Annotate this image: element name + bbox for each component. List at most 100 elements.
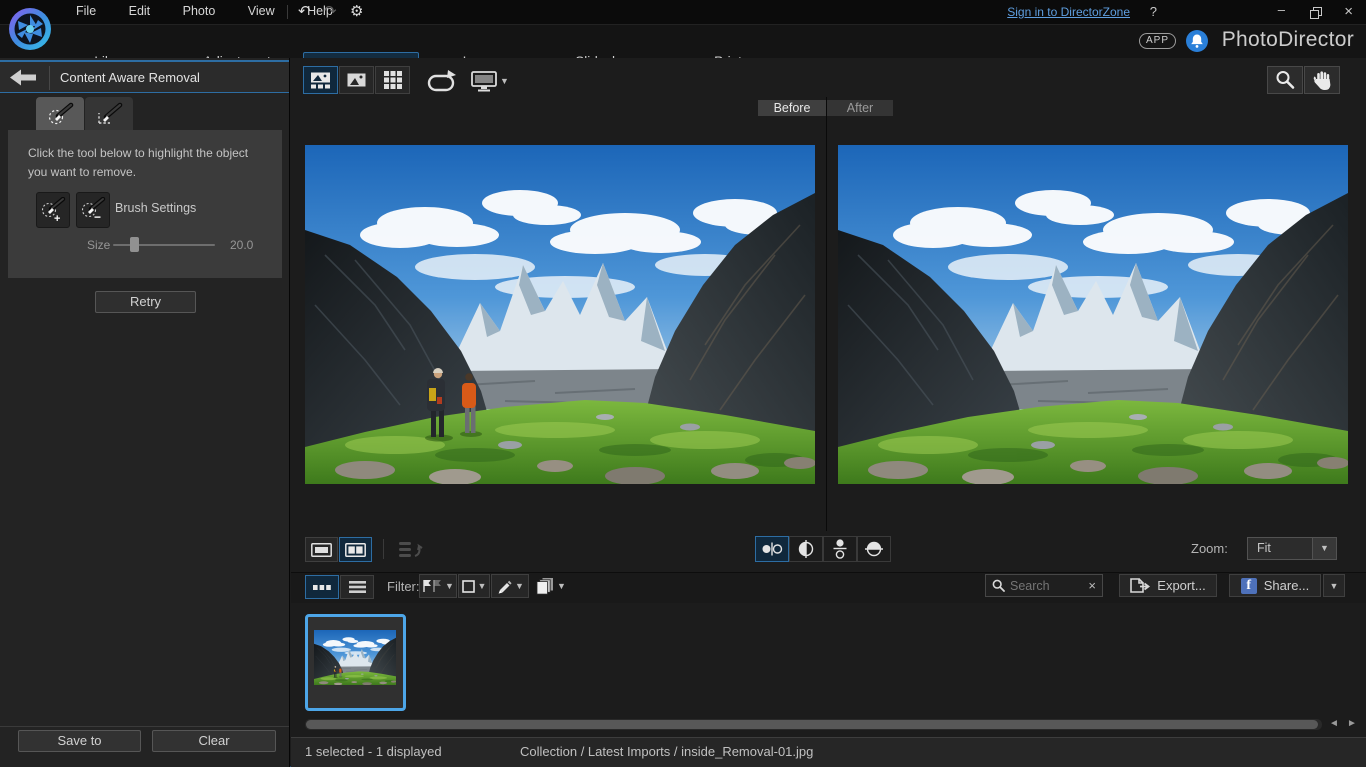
top-bottom-icon xyxy=(832,538,848,560)
color-label-filter-button[interactable]: ▼ xyxy=(458,574,490,598)
split-lr-icon xyxy=(797,540,815,558)
compare-top-bottom-button[interactable] xyxy=(823,536,857,562)
tab-removal-brush[interactable] xyxy=(36,97,84,130)
notification-bell-icon[interactable] xyxy=(1186,30,1208,52)
before-photo-canvas[interactable] xyxy=(305,145,815,484)
header-separator xyxy=(49,66,50,90)
monitor-dropdown-arrow[interactable]: ▼ xyxy=(500,76,509,86)
selection-count: 1 selected - 1 displayed xyxy=(305,744,442,759)
settings-gear-icon[interactable]: ⚙ xyxy=(350,2,363,20)
panel-bottom-divider xyxy=(0,726,289,727)
retry-button[interactable]: Retry xyxy=(95,291,196,313)
split-view-button[interactable] xyxy=(339,537,372,562)
app-badge[interactable]: APP xyxy=(1139,33,1176,49)
split-tb-icon xyxy=(865,540,883,558)
photodirector-logo xyxy=(7,6,53,52)
view-mode-grid-button[interactable] xyxy=(375,66,410,94)
undo-icon[interactable]: ↶ xyxy=(298,2,311,20)
search-input[interactable] xyxy=(1010,579,1088,593)
zoom-tool-button[interactable] xyxy=(1267,66,1303,94)
svg-text:−: − xyxy=(94,210,101,223)
size-slider-track[interactable] xyxy=(113,244,215,246)
view-on-monitor-button[interactable]: ▼ xyxy=(469,68,511,94)
thumbnail-scrollbar-track[interactable] xyxy=(305,719,1322,730)
add-brush-button[interactable]: + xyxy=(36,192,70,228)
menu-view[interactable]: View xyxy=(234,0,289,22)
menu-file[interactable]: File xyxy=(62,0,110,22)
before-label[interactable]: Before xyxy=(758,100,826,116)
rotate-icon xyxy=(426,69,458,93)
color-filter-dropdown-arrow[interactable]: ▼ xyxy=(478,581,487,591)
side-by-side-icon xyxy=(761,541,783,557)
controls-separator xyxy=(383,539,384,559)
menu-separator xyxy=(287,5,288,19)
compare-side-by-side-button[interactable] xyxy=(755,536,789,562)
status-bar: 1 selected - 1 displayed Collection / La… xyxy=(291,737,1366,767)
back-button[interactable] xyxy=(10,69,36,91)
share-button[interactable]: f Share... xyxy=(1229,574,1321,597)
zoom-level-dropdown[interactable]: Fit ▼ xyxy=(1247,537,1337,560)
clear-search-icon[interactable]: × xyxy=(1088,578,1096,593)
filter-label: Filter: xyxy=(387,579,420,594)
thumbnail-scrollbar-thumb[interactable] xyxy=(306,720,1318,729)
magnifier-icon xyxy=(1275,70,1295,90)
content-aware-removal-panel: Content Aware Removal Click the tool bel… xyxy=(0,58,290,767)
view-mode-viewer-button[interactable] xyxy=(339,66,374,94)
view-mode-browser-button[interactable] xyxy=(303,66,338,94)
scroll-right-arrow[interactable]: ► xyxy=(1347,718,1357,729)
signin-directorzone-link[interactable]: Sign in to DirectorZone xyxy=(1007,5,1130,19)
adjusted-filter-button[interactable]: ▼ xyxy=(491,574,529,598)
subtract-brush-button[interactable]: − xyxy=(76,192,110,228)
restore-button[interactable] xyxy=(1310,6,1322,24)
grid-view-icon xyxy=(384,71,402,89)
apply-adjustments-button[interactable] xyxy=(393,537,427,562)
adjusted-filter-dropdown-arrow[interactable]: ▼ xyxy=(515,581,524,591)
single-view-button[interactable] xyxy=(305,537,338,562)
stack-options-button[interactable]: ▼ xyxy=(534,574,568,598)
minimize-button[interactable]: – xyxy=(1269,2,1294,17)
thumbnail-strip-icon xyxy=(313,585,331,590)
size-slider-thumb[interactable] xyxy=(130,237,139,252)
photodirector-window: File Edit Photo View Help ↶ ↷ ⚙ Sign in … xyxy=(0,0,1366,767)
brush-settings-label: Brush Settings xyxy=(115,201,196,215)
close-button[interactable]: × xyxy=(1335,3,1362,20)
pencil-icon xyxy=(496,578,512,594)
rotate-photo-button[interactable] xyxy=(423,68,461,94)
panel-title: Content Aware Removal xyxy=(60,70,200,85)
instruction-text: Click the tool below to highlight the ob… xyxy=(28,144,266,181)
size-label: Size xyxy=(87,238,110,252)
redo-icon[interactable]: ↷ xyxy=(324,2,337,20)
menu-photo[interactable]: Photo xyxy=(169,0,230,22)
scroll-left-arrow[interactable]: ◄ xyxy=(1329,718,1339,729)
save-to-button[interactable]: Save to xyxy=(18,730,141,752)
search-box[interactable]: × xyxy=(985,574,1103,597)
brush-settings-section: Click the tool below to highlight the ob… xyxy=(8,130,282,278)
clear-button[interactable]: Clear xyxy=(152,730,276,752)
split-pane-icon xyxy=(345,543,366,557)
export-icon xyxy=(1130,577,1150,594)
list-view-button[interactable] xyxy=(340,575,374,599)
share-dropdown-button[interactable]: ▼ xyxy=(1323,574,1345,597)
photo-thumbnail-selected[interactable] xyxy=(305,614,406,711)
stack-dropdown-arrow[interactable]: ▼ xyxy=(557,581,566,591)
thumbnail-view-button[interactable] xyxy=(305,575,339,599)
compare-split-left-right-button[interactable] xyxy=(789,536,823,562)
export-button[interactable]: Export... xyxy=(1119,574,1217,597)
menu-edit[interactable]: Edit xyxy=(115,0,165,22)
pan-tool-button[interactable] xyxy=(1304,66,1340,94)
zoom-dropdown-arrow[interactable]: ▼ xyxy=(1312,538,1336,559)
help-icon[interactable]: ? xyxy=(1141,4,1166,19)
flag-filter-button[interactable]: ▼ xyxy=(419,574,457,598)
facebook-icon: f xyxy=(1241,578,1257,594)
size-value: 20.0 xyxy=(230,238,253,252)
tab-eraser-brush[interactable] xyxy=(85,97,133,130)
list-icon xyxy=(349,581,366,593)
bell-icon xyxy=(1186,30,1208,52)
svg-text:+: + xyxy=(54,213,60,223)
compare-split-top-bottom-button[interactable] xyxy=(857,536,891,562)
restore-icon xyxy=(1310,7,1322,19)
after-label[interactable]: After xyxy=(827,100,893,116)
after-photo-preview[interactable] xyxy=(838,145,1348,484)
flag-filter-dropdown-arrow[interactable]: ▼ xyxy=(445,581,454,591)
export-label: Export... xyxy=(1157,578,1205,593)
